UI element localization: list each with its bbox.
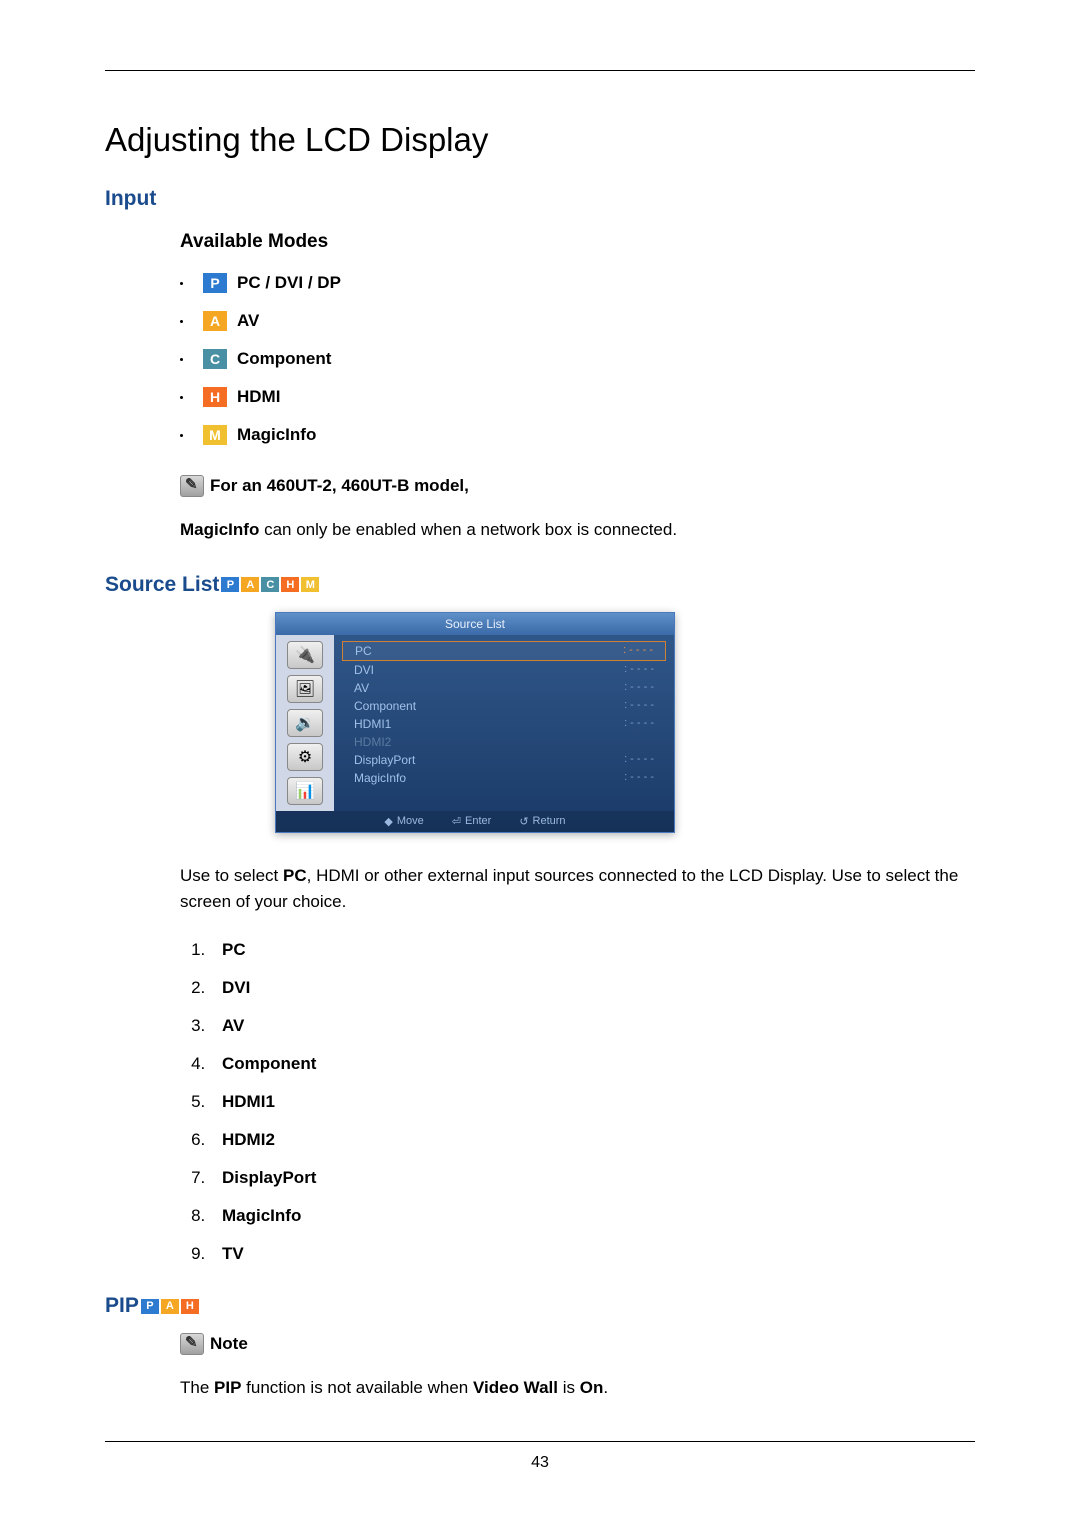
mode-item: P PC / DVI / DP xyxy=(180,273,975,293)
pip-note-label: Note xyxy=(180,1333,975,1355)
a-icon: A xyxy=(161,1299,179,1314)
available-modes-heading: Available Modes xyxy=(180,231,975,253)
available-modes-list: P PC / DVI / DP A AV C Component H HDMI … xyxy=(180,273,975,445)
osd-row: HDMI2 xyxy=(342,733,666,751)
p-icon: P xyxy=(141,1299,159,1314)
picture-icon: 🖼 xyxy=(287,675,323,703)
mode-label: MagicInfo xyxy=(237,425,316,445)
list-item: MagicInfo xyxy=(210,1206,975,1226)
move-hint: ◆ Move xyxy=(384,815,423,828)
osd-row[interactable]: MagicInfo : - - - - xyxy=(342,769,666,787)
list-item: DisplayPort xyxy=(210,1168,975,1188)
c-icon: C xyxy=(261,577,279,592)
a-icon: A xyxy=(203,311,227,331)
list-item: AV xyxy=(210,1016,975,1036)
osd-row[interactable]: DisplayPort : - - - - xyxy=(342,751,666,769)
note-icon xyxy=(180,1333,204,1355)
list-item: PC xyxy=(210,940,975,960)
mode-item: A AV xyxy=(180,311,975,331)
return-hint: ↺ Return xyxy=(519,815,565,828)
mode-item: C Component xyxy=(180,349,975,369)
h-icon: H xyxy=(181,1299,199,1314)
osd-source-list: PC : - - - - DVI : - - - - AV : - - - - … xyxy=(334,635,674,811)
mode-item: H HDMI xyxy=(180,387,975,407)
osd-footer: ◆ Move ⏎ Enter ↺ Return xyxy=(276,811,674,832)
a-icon: A xyxy=(241,577,259,592)
note-icon xyxy=(180,475,204,497)
list-item: DVI xyxy=(210,978,975,998)
source-list-description: Use to select PC, HDMI or other external… xyxy=(180,863,975,916)
h-icon: H xyxy=(203,387,227,407)
osd-titlebar: Source List xyxy=(276,613,674,635)
osd-row[interactable]: DVI : - - - - xyxy=(342,661,666,679)
pip-note-text: The PIP function is not available when V… xyxy=(180,1375,975,1401)
input-heading: Input xyxy=(105,187,975,211)
page-title: Adjusting the LCD Display xyxy=(105,121,975,159)
multi-icon: 📊 xyxy=(287,777,323,805)
list-item: HDMI2 xyxy=(210,1130,975,1150)
enter-hint: ⏎ Enter xyxy=(452,815,492,828)
model-note: For an 460UT-2, 460UT-B model, xyxy=(180,475,975,497)
m-icon: M xyxy=(203,425,227,445)
osd-row[interactable]: Component : - - - - xyxy=(342,697,666,715)
osd-panel: Source List 🔌 🖼 🔉 ⚙ 📊 PC : - - - - DVI xyxy=(275,612,675,833)
list-item: Component xyxy=(210,1054,975,1074)
magicinfo-note-text: MagicInfo can only be enabled when a net… xyxy=(180,517,975,543)
osd-row[interactable]: PC : - - - - xyxy=(342,641,666,661)
source-numbered-list: PC DVI AV Component HDMI1 HDMI2 DisplayP… xyxy=(210,940,975,1264)
mode-item: M MagicInfo xyxy=(180,425,975,445)
m-icon: M xyxy=(301,577,319,592)
pip-heading: PIP xyxy=(105,1294,139,1318)
list-item: TV xyxy=(210,1244,975,1264)
osd-row[interactable]: AV : - - - - xyxy=(342,679,666,697)
osd-row[interactable]: HDMI1 : - - - - xyxy=(342,715,666,733)
mode-label: Component xyxy=(237,349,331,369)
sound-icon: 🔉 xyxy=(287,709,323,737)
mode-label: HDMI xyxy=(237,387,280,407)
mode-label: PC / DVI / DP xyxy=(237,273,341,293)
page-number: 43 xyxy=(105,1454,975,1472)
p-icon: P xyxy=(203,273,227,293)
mode-label: AV xyxy=(237,311,259,331)
h-icon: H xyxy=(281,577,299,592)
source-list-heading: Source List xyxy=(105,573,219,597)
list-item: HDMI1 xyxy=(210,1092,975,1112)
settings-icon: ⚙ xyxy=(287,743,323,771)
c-icon: C xyxy=(203,349,227,369)
p-icon: P xyxy=(221,577,239,592)
osd-sidebar: 🔌 🖼 🔉 ⚙ 📊 xyxy=(276,635,334,811)
plug-icon: 🔌 xyxy=(287,641,323,669)
